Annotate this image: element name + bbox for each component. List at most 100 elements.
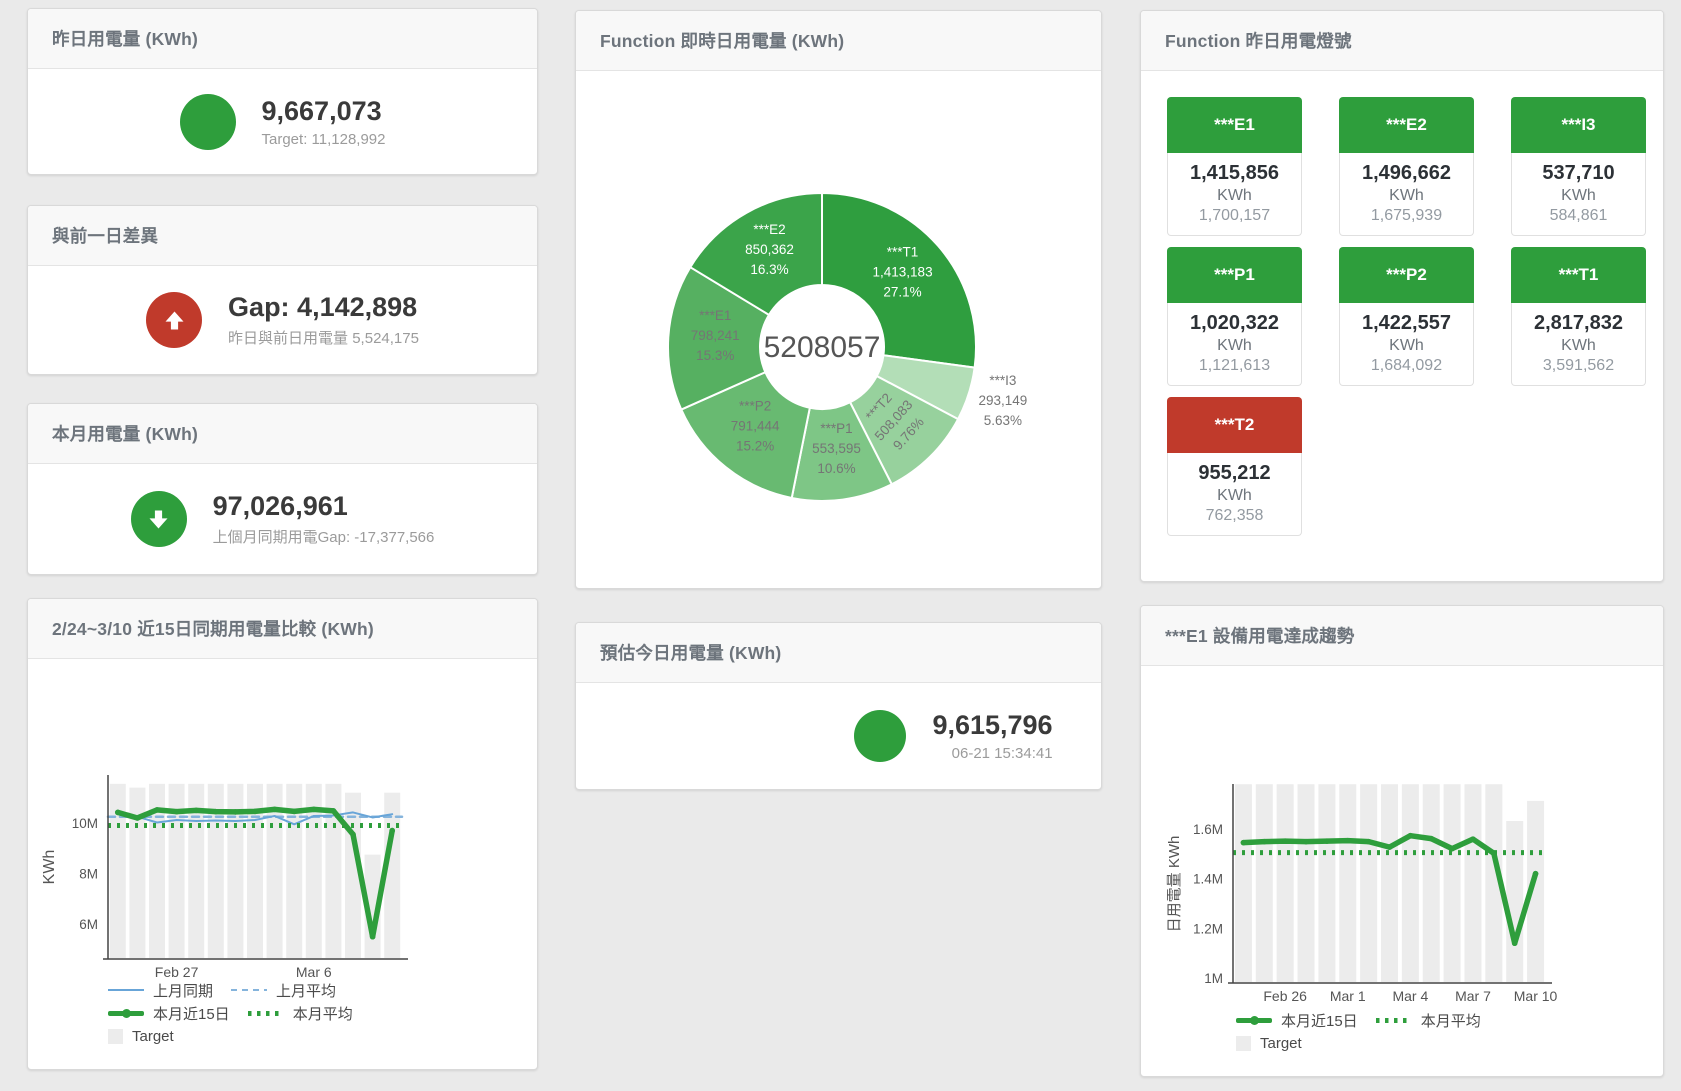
legend-row: 本月近15日 本月平均	[1236, 1010, 1481, 1030]
panel-header: Function 即時日用電量 (KWh)	[576, 11, 1101, 71]
tile-previous-value: 762,358	[1172, 507, 1297, 525]
stat-sub-target: Target: 11,128,992	[262, 131, 386, 148]
stat-body: 9,667,073 Target: 11,128,992	[28, 69, 537, 174]
data-point	[1533, 871, 1539, 877]
panel-title: 2/24~3/10 近15日同期用電量比較 (KWh)	[52, 616, 374, 641]
tile-body: 955,212KWh762,358	[1167, 453, 1302, 536]
green-status-circle-icon	[854, 710, 906, 762]
legend-label: Target	[132, 1028, 174, 1045]
legend-item-square[interactable]: Target	[1236, 1033, 1302, 1053]
legend-swatch-thin	[108, 989, 144, 992]
status-tile-E2: ***E21,496,662KWh1,675,939	[1339, 97, 1474, 236]
status-tile-E1: ***E11,415,856KWh1,700,157	[1167, 97, 1302, 236]
panel-title: Function 昨日用電燈號	[1165, 28, 1352, 53]
y-axis-label: KWh	[41, 850, 58, 885]
tile-value: 1,422,557	[1344, 312, 1469, 335]
legend-item-thick[interactable]: 本月近15日	[1236, 1010, 1358, 1030]
y-tick-label: 10M	[72, 816, 98, 831]
legend-item-thick[interactable]: 本月近15日	[108, 1003, 230, 1023]
legend-label: 本月平均	[1421, 1010, 1481, 1031]
legend-item-dotted[interactable]: 本月平均	[248, 1003, 353, 1023]
tile-previous-value: 3,591,562	[1516, 357, 1641, 375]
panel-header: 昨日用電量 (KWh)	[28, 9, 537, 69]
stat-text: Gap: 4,142,898 昨日與前日用電量 5,524,175	[228, 292, 419, 348]
target-bar	[1423, 784, 1440, 982]
data-point	[1491, 851, 1497, 857]
y-tick-label: 1M	[1204, 971, 1223, 986]
data-point	[233, 809, 239, 815]
legend-swatch-square	[1236, 1036, 1251, 1051]
stat-body: 9,615,796 06-21 15:34:41	[576, 683, 1101, 789]
x-tick-label: Feb 26	[1263, 988, 1307, 1004]
panel-e1-trend-chart: 1M1.2M1.4M1.6MFeb 26Mar 1Mar 4Mar 7Mar 1…	[1140, 605, 1664, 1077]
data-point	[1345, 838, 1351, 844]
legend-swatch-thick	[1236, 1018, 1272, 1023]
stat-text: 9,615,796 06-21 15:34:41	[932, 710, 1052, 762]
panel-yesterday-usage: 昨日用電量 (KWh) 9,667,073 Target: 11,128,992	[27, 8, 538, 175]
legend-label: 上月同期	[153, 980, 213, 1001]
y-axis-label: 日用電量 KWh	[1166, 836, 1183, 933]
data-point	[1387, 844, 1393, 850]
tile-value: 537,710	[1516, 162, 1641, 185]
tile-value: 955,212	[1172, 462, 1297, 485]
stat-sub: 上個月同期用電Gap: -17,377,566	[213, 526, 435, 547]
legend-label: 上月平均	[276, 980, 336, 1001]
legend-item-thin[interactable]: 上月同期	[108, 980, 213, 1000]
stat-body: Gap: 4,142,898 昨日與前日用電量 5,524,175	[28, 266, 537, 374]
legend-row: 上月同期 上月平均	[108, 980, 353, 1000]
tile-body: 1,415,856KWh1,700,157	[1167, 153, 1302, 236]
legend-item-dashed[interactable]: 上月平均	[231, 980, 336, 1000]
tile-unit: KWh	[1344, 337, 1469, 355]
status-tiles-grid: ***E11,415,856KWh1,700,157 ***E21,496,662…	[1167, 97, 1646, 536]
data-point	[1428, 836, 1434, 842]
target-bar	[1277, 784, 1294, 982]
tile-value: 1,415,856	[1172, 162, 1297, 185]
x-tick-label: Mar 6	[296, 964, 332, 980]
target-bar	[1318, 784, 1335, 982]
data-point	[135, 815, 141, 821]
tile-body: 1,020,322KWh1,121,613	[1167, 303, 1302, 386]
panel-prev-day-gap: 與前一日差異 Gap: 4,142,898 昨日與前日用電量 5,524,175	[27, 205, 538, 375]
status-tile-T2: ***T2955,212KWh762,358	[1167, 397, 1302, 536]
legend-swatch-dashed	[231, 989, 267, 992]
data-point	[154, 807, 160, 813]
panel-title: 昨日用電量 (KWh)	[52, 26, 198, 51]
tile-label: ***T2	[1167, 397, 1302, 453]
legend-swatch-square	[108, 1029, 123, 1044]
y-tick-label: 1.4M	[1193, 872, 1223, 887]
legend-swatch-dot	[1250, 1016, 1259, 1025]
data-point	[252, 809, 258, 815]
stat-sub: 昨日與前日用電量 5,524,175	[228, 327, 419, 348]
target-bar	[1235, 784, 1252, 982]
realtime-donut-chart[interactable]: ***T11,413,18327.1%***I3293,1495.63%***T…	[576, 71, 1103, 590]
legend-item-dotted[interactable]: 本月平均	[1376, 1010, 1481, 1030]
status-tile-P1: ***P11,020,322KWh1,121,613	[1167, 247, 1302, 386]
legend-row: 本月近15日本月平均	[108, 1003, 353, 1023]
stat-value-gap: Gap: 4,142,898	[228, 292, 419, 323]
panel-title: Function 即時日用電量 (KWh)	[600, 28, 844, 53]
tile-label: ***P2	[1339, 247, 1474, 303]
tile-previous-value: 1,675,939	[1344, 207, 1469, 225]
legend-swatch-dotted	[1376, 1018, 1412, 1023]
panel-comparison-chart: 6M8M10MFeb 27Mar 6KWh 2/24~3/10 近15日同期用電…	[27, 598, 538, 1070]
legend-label: Target	[1260, 1035, 1302, 1052]
legend-row: Target	[1236, 1033, 1481, 1053]
status-tile-I3: ***I3537,710KWh584,861	[1511, 97, 1646, 236]
e1-trend-line-chart[interactable]: 1M1.2M1.4M1.6MFeb 26Mar 1Mar 4Mar 7Mar 1…	[1141, 606, 1665, 1078]
panel-header: ***E1 設備用電達成趨勢	[1141, 606, 1663, 666]
panel-title: 本月用電量 (KWh)	[52, 421, 198, 446]
comparison-chart-legend: 上月同期上月平均本月近15日本月平均Target	[108, 980, 353, 1046]
data-point	[1241, 840, 1247, 846]
legend-swatch-dotted	[248, 1011, 284, 1016]
red-up-arrow-icon	[146, 292, 202, 348]
data-point	[370, 934, 376, 940]
y-tick-label: 8M	[79, 867, 98, 882]
legend-item-square[interactable]: Target	[108, 1026, 174, 1046]
legend-label: 本月近15日	[153, 1003, 230, 1024]
stat-value: 9,667,073	[262, 96, 386, 127]
status-tile-T1: ***T12,817,832KWh3,591,562	[1511, 247, 1646, 386]
tile-label: ***E1	[1167, 97, 1302, 153]
tile-label: ***E2	[1339, 97, 1474, 153]
x-tick-label: Mar 10	[1514, 988, 1558, 1004]
data-point	[1408, 833, 1414, 839]
